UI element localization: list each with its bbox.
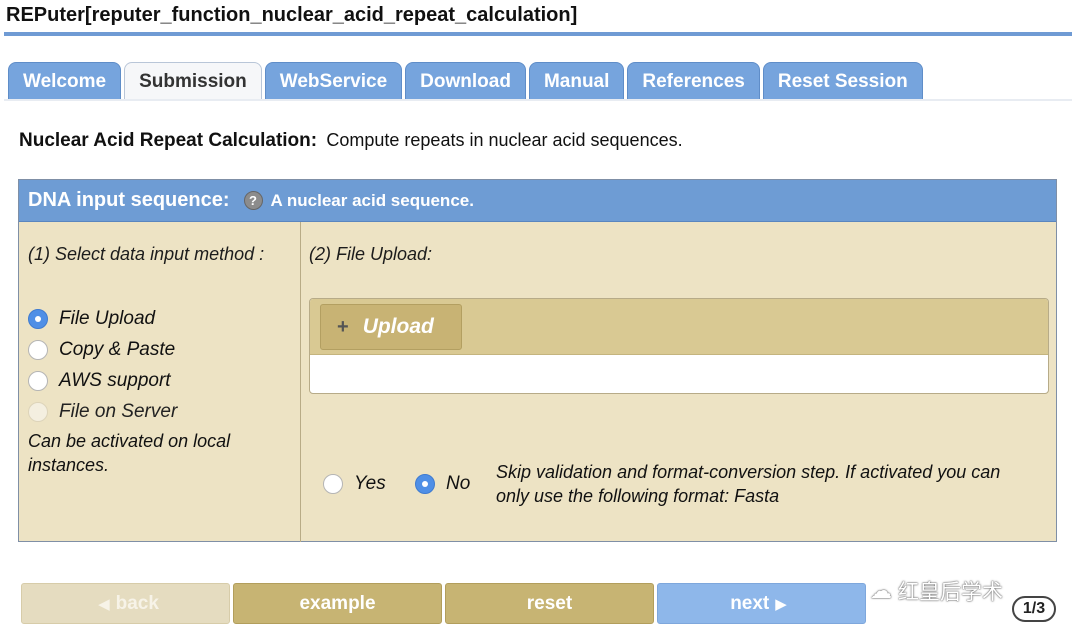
reset-button[interactable]: reset [445, 583, 654, 624]
skip-validation-description: Skip validation and format-conversion st… [496, 462, 1001, 506]
wechat-icon: ☁ [870, 578, 892, 603]
upload-file-list[interactable] [310, 355, 1048, 393]
radio-label: Copy & Paste [59, 338, 176, 360]
column-divider [300, 222, 301, 542]
upload-label: Upload [362, 315, 434, 338]
next-button[interactable]: next ▶ [657, 583, 866, 624]
tab-submission[interactable]: Submission [124, 62, 262, 100]
page-title: Nuclear Acid Repeat Calculation: [19, 130, 318, 151]
next-label: next [730, 592, 770, 614]
example-button[interactable]: example [233, 583, 442, 624]
help-icon[interactable]: ? [243, 191, 263, 210]
reset-label: reset [526, 592, 573, 614]
tab-strip [4, 99, 1072, 101]
radio-file-on-server: File on Server [28, 396, 293, 427]
radio-skip-no[interactable]: No [415, 473, 470, 495]
radio-file-upload[interactable]: File Upload [28, 303, 293, 334]
radio-button[interactable] [28, 370, 48, 391]
server-note: Can be activated on local instances. [28, 431, 231, 475]
page-description: Compute repeats in nuclear acid sequence… [326, 130, 683, 150]
radio-label: No [446, 473, 471, 494]
file-upload-column: (2) File Upload: [309, 244, 1049, 265]
navigation-buttons: ◀ back example reset next ▶ [21, 583, 869, 624]
input-method-list: File Upload Copy & Paste AWS support Fil… [28, 303, 293, 427]
tab-bar: Welcome Submission WebService Download M… [8, 62, 926, 100]
radio-aws-support[interactable]: AWS support [28, 365, 293, 396]
tab-references[interactable]: References [627, 62, 760, 100]
radio-skip-yes[interactable]: Yes [323, 473, 386, 495]
plus-icon: + [337, 315, 349, 338]
radio-label: File on Server [59, 400, 178, 422]
radio-copy-paste[interactable]: Copy & Paste [28, 334, 293, 365]
panel-title: DNA input sequence: [28, 189, 230, 211]
tab-manual[interactable]: Manual [528, 62, 625, 100]
watermark: ☁ 红皇后学术 [870, 576, 1003, 606]
tab-download[interactable]: Download [405, 62, 526, 100]
example-label: example [299, 592, 376, 614]
radio-label: Yes [354, 473, 386, 494]
upload-button[interactable]: + Upload [320, 304, 462, 350]
radio-button-disabled [28, 401, 48, 422]
back-button[interactable]: ◀ back [21, 583, 230, 624]
upload-area: + Upload [309, 298, 1049, 394]
radio-button-checked[interactable] [415, 474, 435, 494]
next-arrow-icon: ▶ [775, 595, 787, 613]
radio-button[interactable] [28, 339, 48, 360]
upload-toolbar: + Upload [310, 299, 1048, 355]
step1-label: (1) Select data input method : [28, 244, 265, 264]
radio-button[interactable] [323, 474, 343, 494]
dna-input-panel: DNA input sequence: ? A nuclear acid seq… [18, 179, 1057, 542]
tab-webservice[interactable]: WebService [264, 62, 403, 100]
title-divider [4, 32, 1072, 36]
app-title: REPuter[reputer_function_nuclear_acid_re… [6, 4, 578, 26]
step2-label: (2) File Upload: [309, 244, 433, 264]
back-arrow-icon: ◀ [98, 595, 110, 613]
page-counter: 1/3 [1012, 596, 1056, 622]
radio-label: File Upload [59, 307, 156, 329]
panel-header: DNA input sequence: ? A nuclear acid seq… [19, 180, 1056, 222]
radio-button-checked[interactable] [28, 308, 48, 329]
input-method-column: (1) Select data input method : File Uplo… [28, 244, 293, 477]
radio-label: AWS support [59, 369, 171, 391]
panel-description: A nuclear acid sequence. [270, 190, 474, 210]
page-heading: Nuclear Acid Repeat Calculation: Compute… [19, 130, 683, 152]
tab-welcome[interactable]: Welcome [8, 62, 122, 100]
tab-reset-session[interactable]: Reset Session [762, 62, 923, 100]
watermark-text: 红皇后学术 [898, 581, 1003, 604]
back-label: back [115, 592, 159, 614]
